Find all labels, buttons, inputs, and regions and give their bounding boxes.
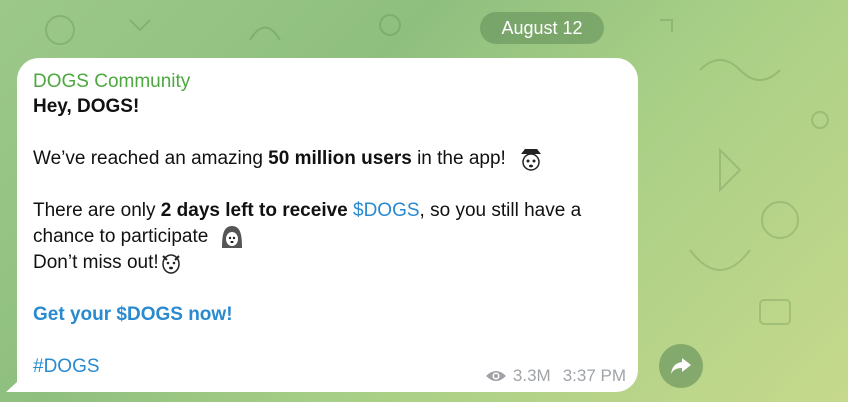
dogs-link[interactable]: $DOGS <box>353 200 420 221</box>
message-line-users: We’ve reached an amazing 50 million user… <box>33 146 622 172</box>
eye-icon <box>485 371 506 381</box>
message-line-days: There are only 2 days left to receive $D… <box>33 200 582 222</box>
message-time: 3:37 PM <box>562 366 626 385</box>
share-arrow-icon <box>671 358 691 374</box>
message-line-miss: Don’t miss out! <box>33 250 622 276</box>
dog-face-emoji-icon <box>161 254 180 274</box>
channel-name[interactable]: DOGS Community <box>33 70 622 94</box>
view-count: 3.3M <box>512 366 551 385</box>
message-line-chance: chance to participate <box>33 224 622 250</box>
cta-link[interactable]: Get your $DOGS now! <box>33 302 622 328</box>
message-greeting: Hey, DOGS! <box>33 96 140 117</box>
date-separator: August 12 <box>480 12 604 44</box>
hooded-dog-emoji-icon <box>221 226 242 249</box>
dog-pirate-emoji-icon <box>521 149 542 171</box>
message-meta: 3.3M 3:37 PM <box>485 366 626 386</box>
message-bubble: DOGS Community Hey, DOGS! We’ve reached … <box>17 58 638 392</box>
share-button[interactable] <box>659 344 703 388</box>
